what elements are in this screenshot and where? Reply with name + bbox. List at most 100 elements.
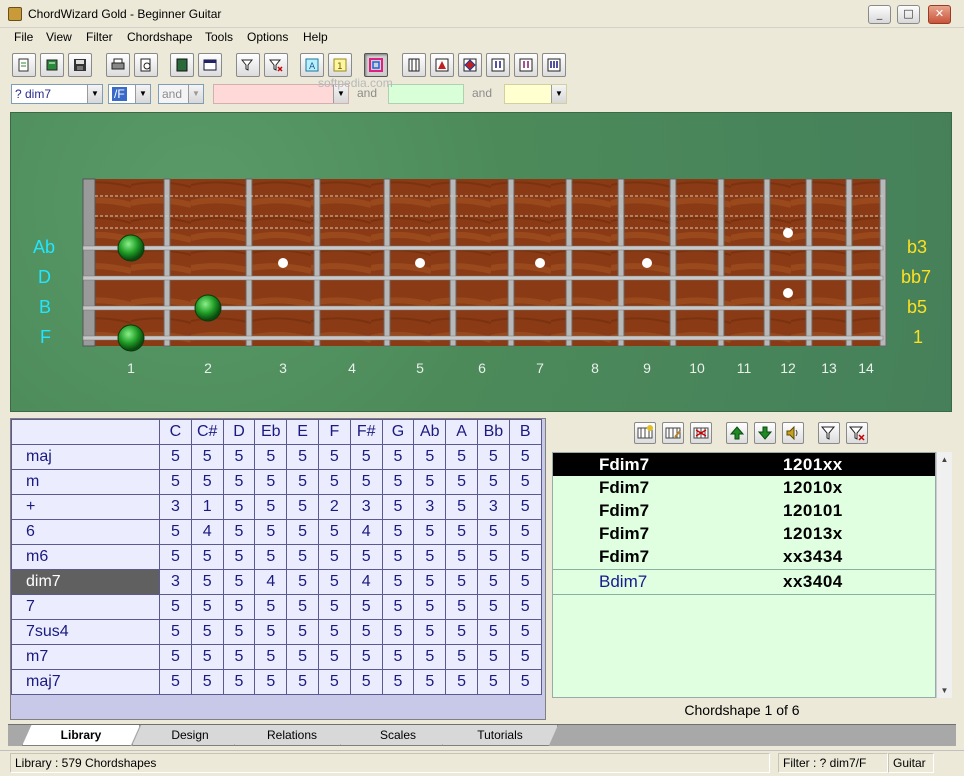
- table-cell[interactable]: 5: [476, 669, 510, 695]
- table-cell[interactable]: 5: [508, 594, 542, 620]
- column-header[interactable]: D: [222, 419, 256, 445]
- table-cell[interactable]: 5: [190, 644, 224, 670]
- table-cell[interactable]: 5: [508, 494, 542, 520]
- book-button[interactable]: [170, 53, 194, 77]
- table-cell[interactable]: 5: [190, 594, 224, 620]
- table-cell[interactable]: 5: [445, 544, 478, 570]
- table-cell[interactable]: 5: [445, 469, 478, 495]
- tab-scales[interactable]: Scales: [340, 725, 456, 746]
- table-cell[interactable]: 5: [190, 444, 224, 470]
- bass-filter-combo[interactable]: /F ▼: [108, 84, 151, 104]
- table-cell[interactable]: 5: [381, 644, 415, 670]
- table-cell[interactable]: 5: [349, 594, 383, 620]
- menu-tools[interactable]: Tools: [205, 30, 233, 44]
- green-filter-box[interactable]: [388, 84, 464, 104]
- chord-type-label[interactable]: +: [11, 494, 160, 520]
- table-cell[interactable]: 2: [317, 494, 351, 520]
- table-cell[interactable]: 5: [317, 569, 351, 595]
- guitar-neck-button[interactable]: [402, 53, 426, 77]
- table-cell[interactable]: 5: [476, 594, 510, 620]
- table-cell[interactable]: 5: [476, 544, 510, 570]
- table-cell[interactable]: 5: [381, 519, 415, 545]
- table-cell[interactable]: 5: [508, 669, 542, 695]
- table-cell[interactable]: 5: [508, 544, 542, 570]
- text-a-button[interactable]: A: [300, 53, 324, 77]
- text-1-button[interactable]: 1: [328, 53, 352, 77]
- chevron-down-icon[interactable]: ▼: [551, 85, 566, 103]
- finger-position-marker[interactable]: [117, 234, 145, 262]
- table-cell[interactable]: 5: [413, 469, 447, 495]
- table-cell[interactable]: 5: [286, 494, 319, 520]
- chord-type-label[interactable]: maj7: [11, 669, 160, 695]
- table-cell[interactable]: 5: [286, 469, 319, 495]
- table-cell[interactable]: 4: [349, 519, 383, 545]
- new-button[interactable]: [12, 53, 36, 77]
- table-row[interactable]: m7 5 5 5 5 5 5 5 5 5 5 5 5: [11, 644, 542, 670]
- chevron-down-icon[interactable]: ▼: [87, 85, 102, 103]
- table-cell[interactable]: 5: [476, 569, 510, 595]
- table-row[interactable]: m6 5 5 5 5 5 5 5 5 5 5 5 5: [11, 544, 542, 570]
- table-cell[interactable]: 5: [159, 519, 192, 545]
- table-cell[interactable]: 5: [254, 594, 288, 620]
- table-cell[interactable]: 5: [381, 444, 415, 470]
- table-cell[interactable]: 4: [349, 569, 383, 595]
- table-cell[interactable]: 5: [413, 519, 447, 545]
- table-cell[interactable]: 5: [222, 594, 256, 620]
- table-cell[interactable]: 5: [254, 444, 288, 470]
- menu-chordshape[interactable]: Chordshape: [127, 30, 192, 44]
- menu-view[interactable]: View: [46, 30, 72, 44]
- table-cell[interactable]: 5: [254, 519, 288, 545]
- menu-options[interactable]: Options: [247, 30, 288, 44]
- delete-shape-button[interactable]: [690, 422, 712, 444]
- filter-button[interactable]: [236, 53, 260, 77]
- table-cell[interactable]: 5: [317, 669, 351, 695]
- table-cell[interactable]: 5: [413, 444, 447, 470]
- table-cell[interactable]: 5: [476, 644, 510, 670]
- table-cell[interactable]: 5: [476, 619, 510, 645]
- table-cell[interactable]: 3: [159, 494, 192, 520]
- tab-tutorials[interactable]: Tutorials: [442, 725, 558, 746]
- table-cell[interactable]: 5: [445, 444, 478, 470]
- and-combo[interactable]: and ▼: [158, 84, 204, 104]
- table-cell[interactable]: 5: [254, 469, 288, 495]
- chordshape-scrollbar[interactable]: ▲ ▼: [936, 452, 952, 698]
- chord-type-label[interactable]: m6: [11, 544, 160, 570]
- table-cell[interactable]: 5: [508, 619, 542, 645]
- table-cell[interactable]: 5: [317, 519, 351, 545]
- table-cell[interactable]: 5: [159, 669, 192, 695]
- print-button[interactable]: [106, 53, 130, 77]
- table-cell[interactable]: 5: [286, 544, 319, 570]
- table-cell[interactable]: 5: [286, 569, 319, 595]
- table-cell[interactable]: 5: [222, 569, 256, 595]
- menu-file[interactable]: File: [14, 30, 33, 44]
- edit-shape-button[interactable]: [662, 422, 684, 444]
- table-cell[interactable]: 5: [508, 444, 542, 470]
- table-cell[interactable]: 5: [445, 494, 478, 520]
- table-cell[interactable]: 5: [508, 644, 542, 670]
- notes-3-button[interactable]: [542, 53, 566, 77]
- table-cell[interactable]: 5: [222, 619, 256, 645]
- table-cell[interactable]: 5: [286, 644, 319, 670]
- table-cell[interactable]: 5: [159, 444, 192, 470]
- table-cell[interactable]: 5: [254, 669, 288, 695]
- table-cell[interactable]: 5: [349, 544, 383, 570]
- table-cell[interactable]: 5: [222, 469, 256, 495]
- chevron-down-icon[interactable]: ▼: [188, 85, 203, 103]
- table-cell[interactable]: 5: [508, 469, 542, 495]
- finger-position-marker[interactable]: [117, 324, 145, 352]
- table-cell[interactable]: 5: [349, 469, 383, 495]
- column-header[interactable]: G: [381, 419, 415, 445]
- table-cell[interactable]: 3: [349, 494, 383, 520]
- table-row[interactable]: 6545555455555: [11, 519, 542, 545]
- table-cell[interactable]: 5: [286, 519, 319, 545]
- table-cell[interactable]: 3: [159, 569, 192, 595]
- column-header[interactable]: F: [317, 419, 351, 445]
- chord-type-label[interactable]: dim7: [11, 569, 160, 595]
- table-cell[interactable]: 5: [445, 619, 478, 645]
- chevron-down-icon[interactable]: ▼: [135, 85, 150, 103]
- table-cell[interactable]: 5: [222, 519, 256, 545]
- table-cell[interactable]: 5: [222, 494, 256, 520]
- table-cell[interactable]: 5: [190, 569, 224, 595]
- column-header[interactable]: A: [445, 419, 478, 445]
- table-cell[interactable]: 5: [159, 594, 192, 620]
